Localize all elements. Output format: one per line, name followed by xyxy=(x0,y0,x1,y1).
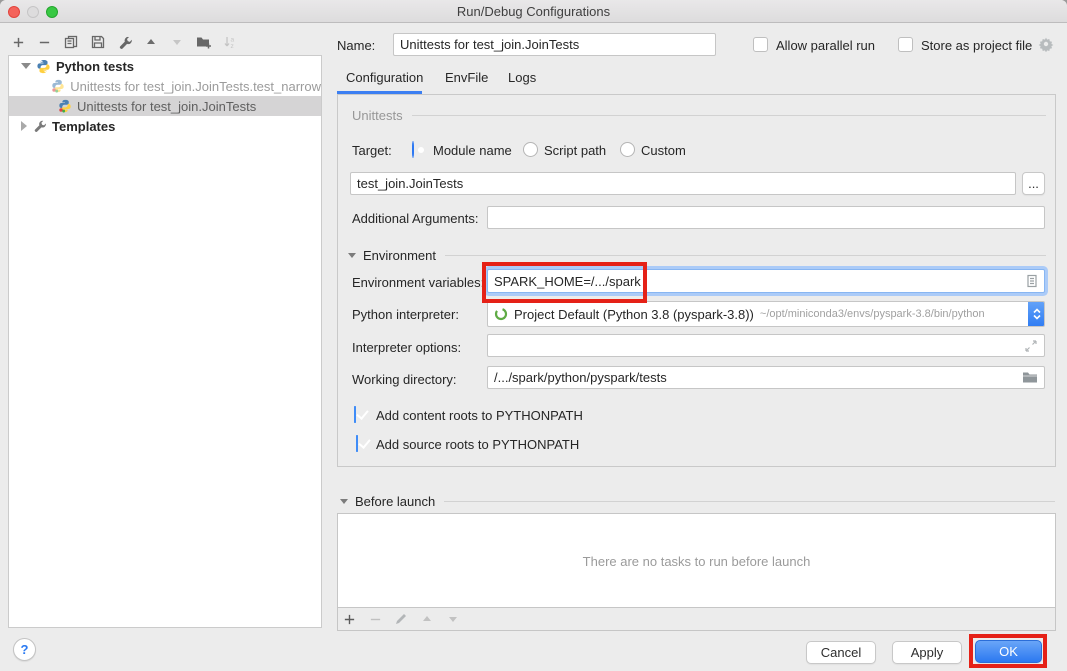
wrench-icon xyxy=(33,119,47,133)
tree-item-label[interactable]: Unittests for test_join.JoinTests xyxy=(77,99,256,114)
name-value: Unittests for test_join.JoinTests xyxy=(400,37,579,52)
python-interpreter-path: ~/opt/miniconda3/envs/pyspark-3.8/bin/py… xyxy=(760,308,985,320)
copy-configuration-icon[interactable] xyxy=(63,34,79,50)
gear-icon[interactable] xyxy=(1038,36,1054,52)
configurations-tree: Python tests Unittests for test_join.Joi… xyxy=(8,55,322,628)
ok-label: OK xyxy=(999,644,1018,659)
svg-text:z: z xyxy=(231,43,234,49)
tree-item-unittests-jointests-selected[interactable]: Unittests for test_join.JoinTests xyxy=(9,96,321,116)
interpreter-options-input[interactable] xyxy=(487,334,1045,357)
before-launch-title: Before launch xyxy=(355,494,435,509)
help-label: ? xyxy=(21,642,29,657)
tab-envfile[interactable]: EnvFile xyxy=(445,70,488,85)
store-as-project-file-label: Store as project file xyxy=(921,38,1032,53)
environment-section-title: Environment xyxy=(363,248,436,263)
folder-browse-icon[interactable] xyxy=(1022,371,1038,384)
new-folder-icon[interactable] xyxy=(196,34,212,50)
expand-field-icon[interactable] xyxy=(1024,339,1038,353)
working-directory-value: /.../spark/python/pyspark/tests xyxy=(494,370,667,385)
allow-parallel-run-label: Allow parallel run xyxy=(776,38,875,53)
target-label: Target: xyxy=(352,143,392,158)
tree-item-label[interactable]: Templates xyxy=(52,119,115,134)
working-directory-label: Working directory: xyxy=(352,372,457,387)
add-content-roots-label: Add content roots to PYTHONPATH xyxy=(376,408,583,423)
additional-arguments-label: Additional Arguments: xyxy=(352,211,478,226)
add-source-roots-label: Add source roots to PYTHONPATH xyxy=(376,437,579,452)
ok-button[interactable]: OK xyxy=(975,640,1042,663)
select-stepper-icon[interactable] xyxy=(1028,301,1045,327)
run-debug-configurations-dialog: Run/Debug Configurations az Python tests xyxy=(0,0,1067,671)
name-input[interactable]: Unittests for test_join.JoinTests xyxy=(393,33,716,56)
collapse-triangle-icon[interactable] xyxy=(340,499,348,504)
python-icon xyxy=(36,59,51,74)
title-bar: Run/Debug Configurations xyxy=(0,0,1067,23)
cancel-label: Cancel xyxy=(821,645,861,660)
tree-item-unittests-narrow[interactable]: Unittests for test_join.JoinTests.test_n… xyxy=(9,76,321,96)
move-down-icon xyxy=(169,34,185,50)
target-custom-radio[interactable] xyxy=(620,142,635,157)
before-launch-section-header[interactable]: Before launch xyxy=(340,494,1055,509)
apply-button[interactable]: Apply xyxy=(892,641,962,664)
python-test-icon xyxy=(58,99,72,113)
before-launch-task-list[interactable]: There are no tasks to run before launch xyxy=(338,514,1055,608)
module-name-input[interactable]: test_join.JoinTests xyxy=(350,172,1016,195)
module-name-value: test_join.JoinTests xyxy=(357,176,463,191)
target-module-name-radio[interactable] xyxy=(412,141,414,158)
remove-configuration-icon[interactable] xyxy=(36,34,52,50)
working-directory-input[interactable]: /.../spark/python/pyspark/tests xyxy=(487,366,1045,389)
tree-item-templates[interactable]: Templates xyxy=(9,116,321,136)
environment-variables-value: SPARK_HOME=/.../spark xyxy=(494,274,641,289)
python-test-icon xyxy=(51,79,65,93)
tab-logs[interactable]: Logs xyxy=(508,70,536,85)
add-source-roots-checkbox[interactable] xyxy=(356,435,358,452)
sort-alphabetically-icon: az xyxy=(222,34,238,50)
remove-task-icon xyxy=(367,611,383,627)
edit-task-icon xyxy=(393,611,409,627)
chevron-down-icon[interactable] xyxy=(21,63,31,69)
cancel-button[interactable]: Cancel xyxy=(806,641,876,664)
browse-module-button[interactable]: ... xyxy=(1022,172,1045,195)
unittests-group-header: Unittests xyxy=(352,108,1046,123)
browse-module-label: ... xyxy=(1028,176,1039,191)
target-script-path-radio[interactable] xyxy=(523,142,538,157)
target-module-name-label[interactable]: Module name xyxy=(433,143,512,158)
allow-parallel-run-checkbox[interactable] xyxy=(753,37,768,52)
edit-variables-icon[interactable] xyxy=(1026,274,1038,288)
help-button[interactable]: ? xyxy=(13,638,36,661)
tab-configuration[interactable]: Configuration xyxy=(346,70,423,85)
environment-variables-label: Environment variables: xyxy=(352,275,484,290)
store-as-project-file-checkbox[interactable] xyxy=(898,37,913,52)
interpreter-options-label: Interpreter options: xyxy=(352,340,461,355)
add-task-icon[interactable] xyxy=(341,611,357,627)
move-task-down-icon xyxy=(445,611,461,627)
python-interpreter-label: Python interpreter: xyxy=(352,307,459,322)
save-configuration-icon[interactable] xyxy=(90,34,106,50)
target-custom-label[interactable]: Custom xyxy=(641,143,686,158)
collapse-triangle-icon[interactable] xyxy=(348,253,356,258)
unittests-group-title: Unittests xyxy=(352,108,403,123)
edit-templates-icon[interactable] xyxy=(117,34,133,50)
additional-arguments-input[interactable] xyxy=(487,206,1045,229)
apply-label: Apply xyxy=(911,645,944,660)
window-title: Run/Debug Configurations xyxy=(0,4,1067,19)
name-label: Name: xyxy=(337,38,375,53)
conda-environment-icon xyxy=(494,307,508,321)
tree-item-label[interactable]: Unittests for test_join.JoinTests.test_n… xyxy=(70,79,321,94)
environment-section-header[interactable]: Environment xyxy=(348,248,1046,263)
move-task-up-icon xyxy=(419,611,435,627)
before-launch-empty-message: There are no tasks to run before launch xyxy=(338,554,1055,569)
environment-variables-input[interactable]: SPARK_HOME=/.../spark xyxy=(487,269,1045,293)
tree-item-label[interactable]: Python tests xyxy=(56,59,134,74)
target-script-path-label[interactable]: Script path xyxy=(544,143,606,158)
python-interpreter-value: Project Default (Python 3.8 (pyspark-3.8… xyxy=(514,307,754,322)
chevron-right-icon[interactable] xyxy=(21,121,27,131)
python-interpreter-select[interactable]: Project Default (Python 3.8 (pyspark-3.8… xyxy=(487,301,1045,327)
add-configuration-icon[interactable] xyxy=(10,34,26,50)
move-up-icon[interactable] xyxy=(143,34,159,50)
add-content-roots-checkbox[interactable] xyxy=(354,406,356,423)
tree-item-python-tests[interactable]: Python tests xyxy=(9,56,321,76)
